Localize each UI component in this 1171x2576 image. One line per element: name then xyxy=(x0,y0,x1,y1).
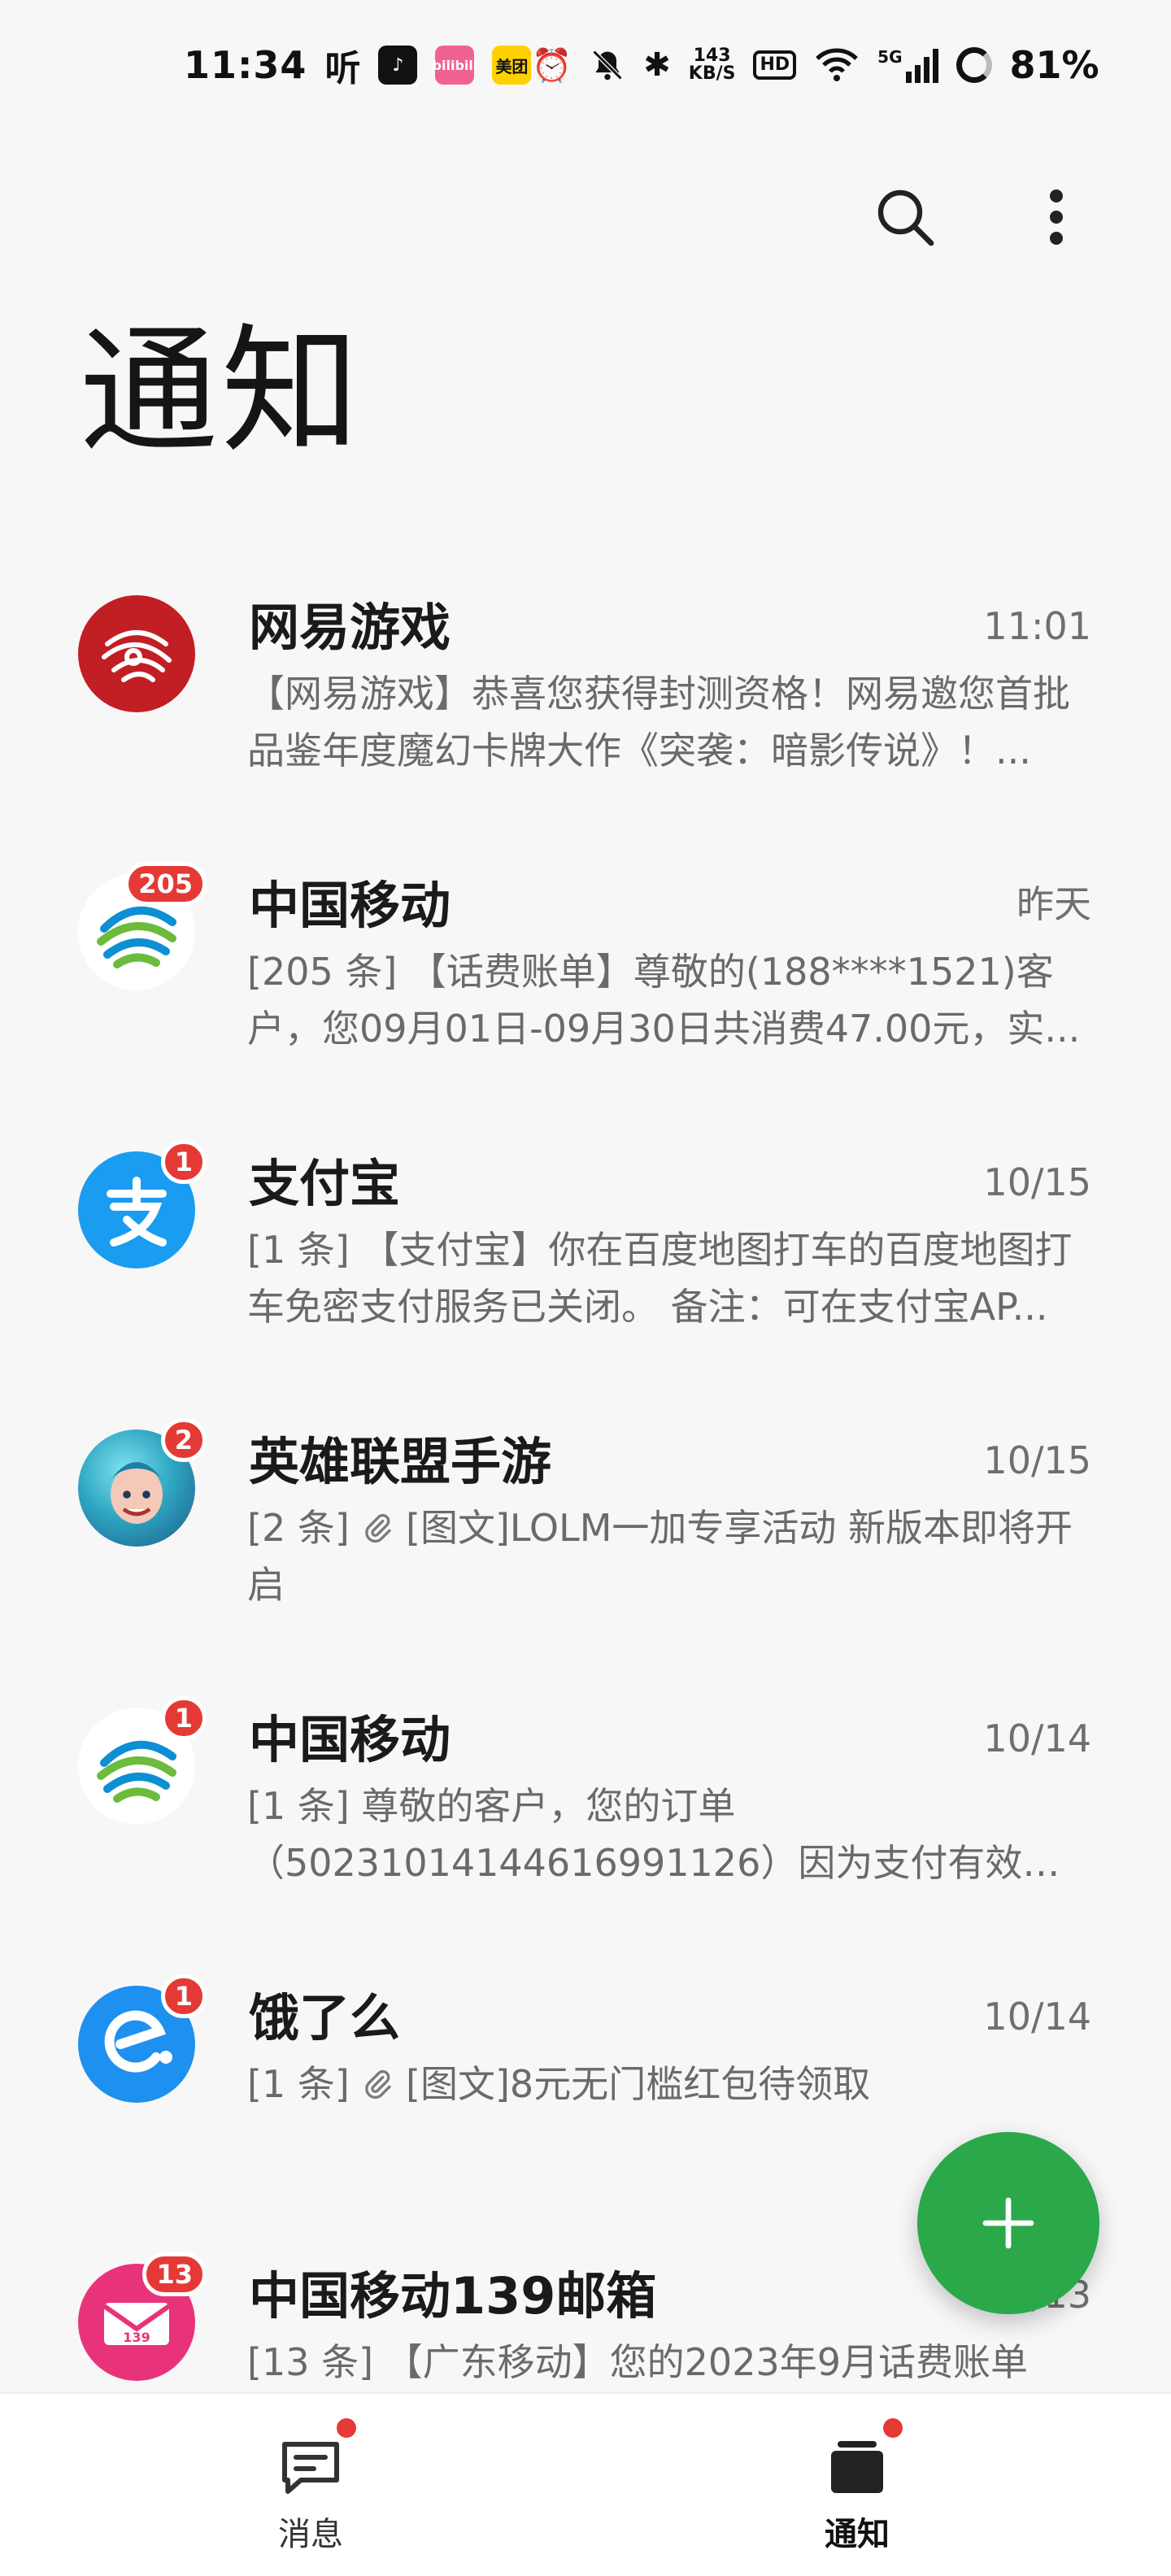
plus-icon xyxy=(982,2197,1034,2249)
tab-messages[interactable]: 消息 xyxy=(213,2418,408,2556)
status-right: ⏰ ✱ 143 KB/S HD 5G 81% xyxy=(531,43,1099,87)
meituan-icon: 美团 xyxy=(492,46,532,85)
battery-icon xyxy=(956,47,992,83)
conversation-list: 网易游戏 11:01 【网易游戏】恭喜您获得封测资格！网易邀您首批品鉴年度魔幻卡… xyxy=(0,559,1171,2397)
avatar-wrap xyxy=(78,595,195,712)
mail-logo-text: 139 xyxy=(123,2330,150,2345)
status-left: 11:34 听 ♪ bilibili 美团 xyxy=(184,39,532,91)
conversation-time: 10/14 xyxy=(983,1995,1091,2039)
conversation-preview: [1 条] 尊敬的客户，您的订单（50231014144616991126）因为… xyxy=(247,1784,1023,1885)
compose-fab-button[interactable] xyxy=(917,2132,1099,2314)
netease-swirl-icon xyxy=(102,630,172,682)
search-button[interactable] xyxy=(868,181,942,254)
listen-indicator: 听 xyxy=(324,48,361,89)
page-title: 通知 xyxy=(80,311,363,472)
conversation-time: 10/15 xyxy=(983,1438,1091,1482)
conversation-time: 11:01 xyxy=(983,604,1091,648)
unread-badge: 205 xyxy=(124,862,207,906)
conversation-preview: [13 条] 【广东移动】您的2023年9月话费账单 xyxy=(247,2340,1029,2384)
avatar-wrap: 139 13 xyxy=(78,2252,207,2381)
avatar-wrap: 1 xyxy=(78,1696,207,1825)
conversation-preview: [2 条] [图文]LOLM一加专享活动 新版本即将开启 xyxy=(247,1499,1093,1613)
alarm-icon: ⏰ xyxy=(531,46,572,85)
unread-badge: 1 xyxy=(160,1696,207,1740)
tab-notices[interactable]: 通知 xyxy=(760,2418,955,2556)
conversation-time: 10/14 xyxy=(983,1717,1091,1760)
conversation-name: 饿了么 xyxy=(249,1988,401,2047)
avatar-wrap: 1 xyxy=(78,1140,207,1268)
mute-bell-icon xyxy=(592,50,623,80)
net-speed: 143 KB/S xyxy=(689,47,736,83)
avatar-wrap: 1 xyxy=(78,1974,207,2103)
unread-badge: 1 xyxy=(160,1140,207,1184)
conversation-time: 10/15 xyxy=(983,1160,1091,1204)
conversation-preview: [1 条] [图文]8元无门槛红包待领取 xyxy=(247,2056,1093,2113)
conversation-item[interactable]: 205 中国移动 昨天 [205 条] 【话费账单】尊敬的(188****152… xyxy=(0,838,1171,1114)
conversation-time: 昨天 xyxy=(1016,882,1091,926)
bottom-nav: 消息 通知 xyxy=(0,2392,1171,2576)
conversation-name: 支付宝 xyxy=(249,1154,401,1213)
battery-level: 81% xyxy=(1009,43,1099,87)
preview-text: [图文]8元无门槛红包待领取 xyxy=(406,2062,871,2106)
conversation-preview: [205 条] 【话费账单】尊敬的(188****1521)客户，您09月01日… xyxy=(247,950,1081,1051)
preview-count: [1 条] xyxy=(247,2062,362,2106)
conversation-preview: [1 条] 【支付宝】你在百度地图打车的百度地图打车免密支付服务已关闭。 备注：… xyxy=(247,1228,1073,1329)
unread-dot xyxy=(337,2418,356,2438)
network-type: 5G xyxy=(877,47,903,67)
status-time: 11:34 xyxy=(184,43,307,87)
attachment-icon xyxy=(365,1513,392,1543)
conversation-item[interactable]: 1 支付宝 10/15 [1 条] 【支付宝】你在百度地图打车的百度地图打车免密… xyxy=(0,1116,1171,1392)
conversation-name: 中国移动139邮箱 xyxy=(249,2266,657,2326)
net-speed-unit: KB/S xyxy=(688,63,736,84)
tab-messages-label: 消息 xyxy=(278,2516,343,2553)
tiktok-icon: ♪ xyxy=(378,46,418,85)
avatar-wrap: 205 xyxy=(78,862,207,990)
bluetooth-icon: ✱ xyxy=(643,46,671,84)
status-bar: 11:34 听 ♪ bilibili 美团 ⏰ ✱ 143 KB/S HD 5G… xyxy=(0,0,1171,130)
conversation-item[interactable]: 网易游戏 11:01 【网易游戏】恭喜您获得封测资格！网易邀您首批品鉴年度魔幻卡… xyxy=(0,559,1171,836)
more-options-button[interactable] xyxy=(1020,181,1093,254)
unread-badge: 1 xyxy=(160,1974,207,2018)
netease-logo-icon xyxy=(78,595,195,712)
bilibili-icon: bilibili xyxy=(433,46,477,85)
conversation-name: 中国移动 xyxy=(249,876,451,935)
preview-count: [2 条] xyxy=(247,1506,362,1550)
net-speed-value: 143 xyxy=(693,46,731,66)
conversation-preview: 【网易游戏】恭喜您获得封测资格！网易邀您首批品鉴年度魔幻卡牌大作《突袭：暗影传说… xyxy=(247,672,1070,772)
conversation-name: 中国移动 xyxy=(249,1710,451,1769)
avatar-wrap: 2 xyxy=(78,1418,207,1547)
tab-notices-label: 通知 xyxy=(825,2516,890,2553)
search-icon xyxy=(877,189,934,246)
unread-dot xyxy=(883,2418,903,2438)
chat-bubble-icon xyxy=(278,2418,356,2500)
notice-box-icon xyxy=(825,2418,903,2500)
unread-badge: 2 xyxy=(160,1418,207,1462)
hd-icon: HD xyxy=(753,50,797,80)
unread-badge: 13 xyxy=(142,2252,207,2296)
wifi-icon xyxy=(816,48,858,81)
conversation-item[interactable]: 1 中国移动 10/14 [1 条] 尊敬的客户，您的订单（5023101414… xyxy=(0,1672,1171,1948)
toolbar-actions xyxy=(868,181,1093,254)
signal-icon: 5G xyxy=(877,47,938,83)
conversation-name: 网易游戏 xyxy=(249,598,451,657)
more-vertical-icon xyxy=(1050,189,1063,245)
conversation-name: 英雄联盟手游 xyxy=(249,1432,552,1491)
attachment-icon xyxy=(365,2069,392,2100)
conversation-item[interactable]: 2 英雄联盟手游 10/15 [2 条] [图文]LOLM一加专享活动 新版本即… xyxy=(0,1394,1171,1670)
